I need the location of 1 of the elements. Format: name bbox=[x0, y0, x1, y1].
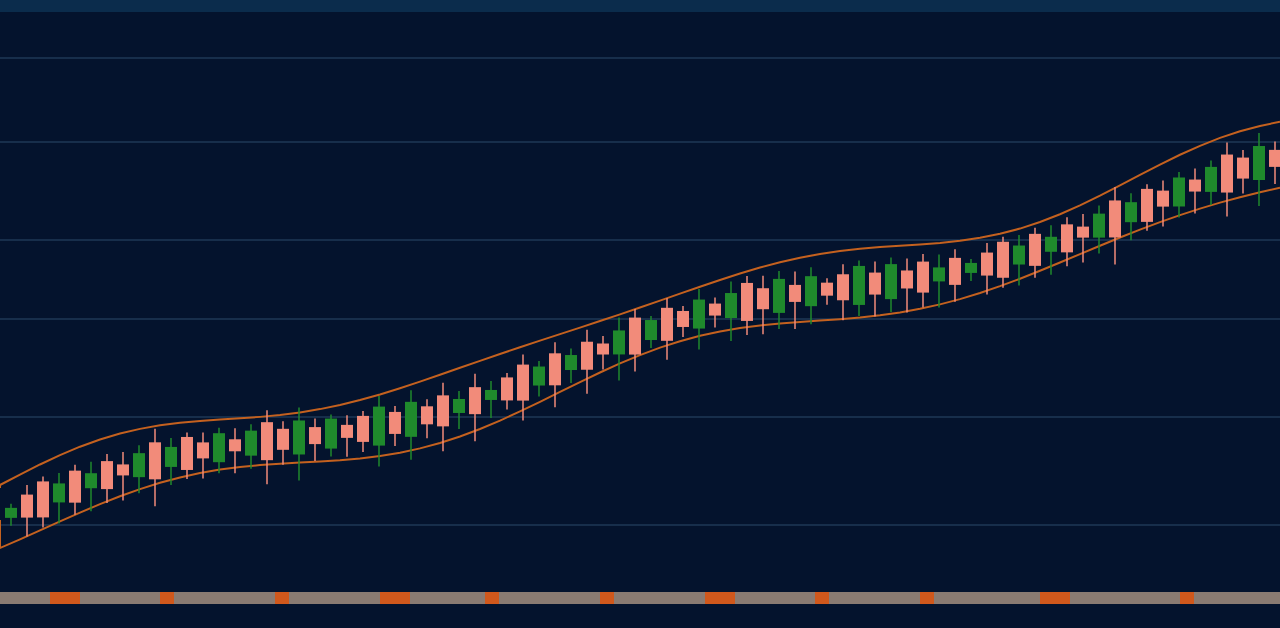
timeline-bar[interactable] bbox=[0, 592, 1280, 604]
